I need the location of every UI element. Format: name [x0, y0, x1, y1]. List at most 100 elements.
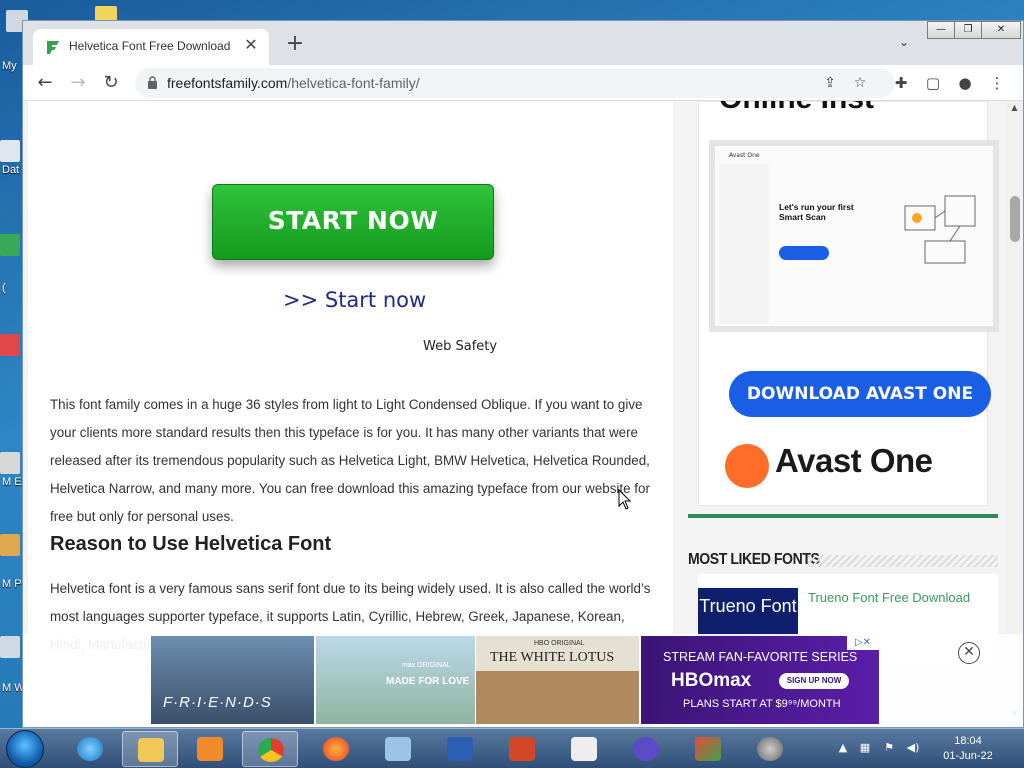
new-tab-icon[interactable]: + [283, 33, 307, 57]
ad-friends-title: F·R·I·E·N·D·S [163, 694, 272, 711]
back-arrow-icon[interactable]: ← [33, 71, 57, 95]
ad-hbomax-tagline: STREAM FAN-FAVORITE SERIES [663, 650, 858, 664]
scroll-up-arrow-icon[interactable]: ▲ [1006, 101, 1023, 115]
taskbar-paint[interactable] [370, 731, 426, 767]
app-icon [633, 737, 659, 761]
share-icon[interactable]: ⇪ [821, 74, 839, 92]
avast-brand-name: Avast One [775, 442, 933, 479]
taskbar-powerpoint[interactable] [494, 731, 550, 767]
window-minimize-button[interactable]: — [927, 21, 955, 39]
ad-hbomax-cta[interactable]: SIGN UP NOW [779, 673, 849, 689]
powerpoint-icon [509, 737, 535, 761]
taskbar-ie[interactable] [62, 731, 118, 767]
profile-avatar-icon[interactable]: ● [955, 73, 975, 93]
download-avast-button[interactable]: DOWNLOAD AVAST ONE [729, 371, 991, 417]
app-icon [695, 737, 721, 761]
media-player-icon [197, 737, 223, 761]
ad-illustration [904, 195, 976, 264]
lock-icon [148, 76, 157, 89]
sticky-ad-banner: F·R·I·E·N·D·S max ORIGINAL MADE FOR LOVE… [23, 634, 1023, 727]
taskbar-app[interactable] [618, 731, 674, 767]
taskbar-clock[interactable]: 18:04 01-Jun-22 [936, 734, 1000, 764]
taskbar-firefox[interactable] [308, 731, 364, 767]
title-stripe-decoration [808, 555, 998, 567]
tab-title: Helvetica Font Free Download [69, 39, 231, 53]
file-explorer-icon [138, 738, 164, 762]
avast-ad[interactable]: Online Inst Avast One Let's run your fir… [698, 101, 999, 506]
ad-hbomax-price: PLANS START AT $9⁹⁹/MONTH [683, 698, 841, 710]
taskbar-solitaire[interactable] [556, 731, 612, 767]
start-now-link[interactable]: >> Start now [283, 288, 426, 312]
desktop-icon-app[interactable] [0, 534, 20, 556]
web-safety-label: Web Safety [423, 339, 498, 354]
desktop-icon-app[interactable] [0, 452, 20, 474]
paint-icon [385, 737, 411, 761]
ad-choices-icon[interactable]: ▷✕ [847, 636, 879, 650]
url-host: freefontsfamily.com [167, 75, 288, 91]
address-bar[interactable]: freefontsfamily.com/helvetica-font-famil… [135, 68, 895, 98]
ad-white-lotus-small: HBO ORIGINAL [534, 640, 585, 647]
solitaire-icon [571, 737, 597, 761]
ad-hbomax[interactable]: STREAM FAN-FAVORITE SERIES HBOmax SIGN U… [641, 636, 879, 724]
ad-screenshot-button [779, 246, 829, 260]
page-viewport: START NOW >> Start now Web Safety This f… [23, 101, 1023, 727]
desktop-icon-label: ( [2, 282, 6, 294]
desktop-icon-label: My [2, 60, 17, 72]
tray-volume-icon[interactable]: ◀) [906, 741, 920, 755]
desktop-icon-app[interactable] [0, 234, 20, 256]
forward-arrow-icon[interactable]: → [66, 71, 90, 95]
tray-show-hidden-icon[interactable]: ▲ [836, 741, 850, 755]
tab-search-chevron-icon[interactable]: ⌄ [895, 35, 913, 53]
extensions-puzzle-icon[interactable]: ✚ [891, 73, 911, 93]
ad-screenshot-sidebar [719, 164, 769, 324]
taskbar-word[interactable] [432, 731, 488, 767]
taskbar-settings[interactable] [742, 731, 798, 767]
reload-icon[interactable]: ↻ [99, 71, 123, 95]
ad-friends[interactable]: F·R·I·E·N·D·S [151, 636, 314, 724]
taskbar-explorer[interactable] [122, 731, 178, 767]
taskbar-media-player[interactable] [182, 731, 238, 767]
desktop-icon-app[interactable] [0, 334, 20, 356]
ad-made-for-love-small: max ORIGINAL [402, 662, 451, 669]
url-path: /helvetica-font-family/ [287, 75, 420, 91]
ad-white-lotus[interactable]: HBO ORIGINAL THE WHITE LOTUS [476, 636, 639, 724]
desktop-icon-label: Dat [2, 164, 20, 176]
menu-kebab-icon[interactable]: ⋮ [987, 73, 1007, 93]
clock-time: 18:04 [954, 735, 982, 747]
browser-tab-active[interactable]: Helvetica Font Free Download ✕ [33, 29, 269, 65]
desktop-icon-app[interactable] [0, 636, 20, 658]
desktop-icon-label: M E [2, 476, 22, 488]
close-ad-icon[interactable]: ✕ [958, 642, 980, 664]
font-link[interactable]: Trueno Font Free Download [808, 590, 970, 605]
desktop-icon-data[interactable] [0, 140, 20, 162]
mouse-cursor-icon [618, 489, 632, 510]
taskbar-app[interactable] [680, 731, 736, 767]
scrollbar-thumb[interactable] [1010, 196, 1020, 242]
most-liked-fonts-title: MOST LIKED FONTS [688, 551, 820, 568]
tray-network-icon[interactable]: ▦ [858, 741, 872, 755]
ad-screenshot: Avast One Let's run your first Smart Sca… [709, 140, 999, 332]
start-menu-button[interactable] [6, 730, 44, 768]
bookmark-star-icon[interactable]: ☆ [851, 74, 869, 92]
ad-screenshot-title: Let's run your first Smart Scan [779, 202, 854, 222]
start-now-button[interactable]: START NOW [212, 184, 494, 260]
section-divider [688, 514, 998, 518]
url-text: freefontsfamily.com/helvetica-font-famil… [167, 75, 420, 91]
firefox-icon [323, 737, 349, 761]
internet-explorer-icon [77, 737, 103, 761]
side-panel-icon[interactable]: ▢ [923, 73, 943, 93]
window-restore-button[interactable]: ❐ [954, 21, 982, 39]
ad-made-for-love-title: MADE FOR LOVE [386, 676, 470, 687]
word-icon [447, 737, 473, 761]
section-heading: Reason to Use Helvetica Font [50, 533, 332, 555]
ad-screenshot-brand: Avast One [729, 152, 760, 159]
ad-made-for-love[interactable]: max ORIGINAL MADE FOR LOVE [316, 636, 475, 724]
window-close-button[interactable]: ✕ [981, 21, 1021, 39]
taskbar: ▲ ▦ ⚑ ◀) 18:04 01-Jun-22 [0, 728, 1024, 768]
avast-logo-icon [725, 444, 769, 488]
gear-icon [757, 737, 783, 761]
article-paragraph-1: This font family comes in a huge 36 styl… [50, 397, 650, 524]
tab-close-icon[interactable]: ✕ [241, 35, 261, 55]
tray-action-center-icon[interactable]: ⚑ [882, 741, 896, 755]
taskbar-chrome[interactable] [242, 731, 298, 767]
